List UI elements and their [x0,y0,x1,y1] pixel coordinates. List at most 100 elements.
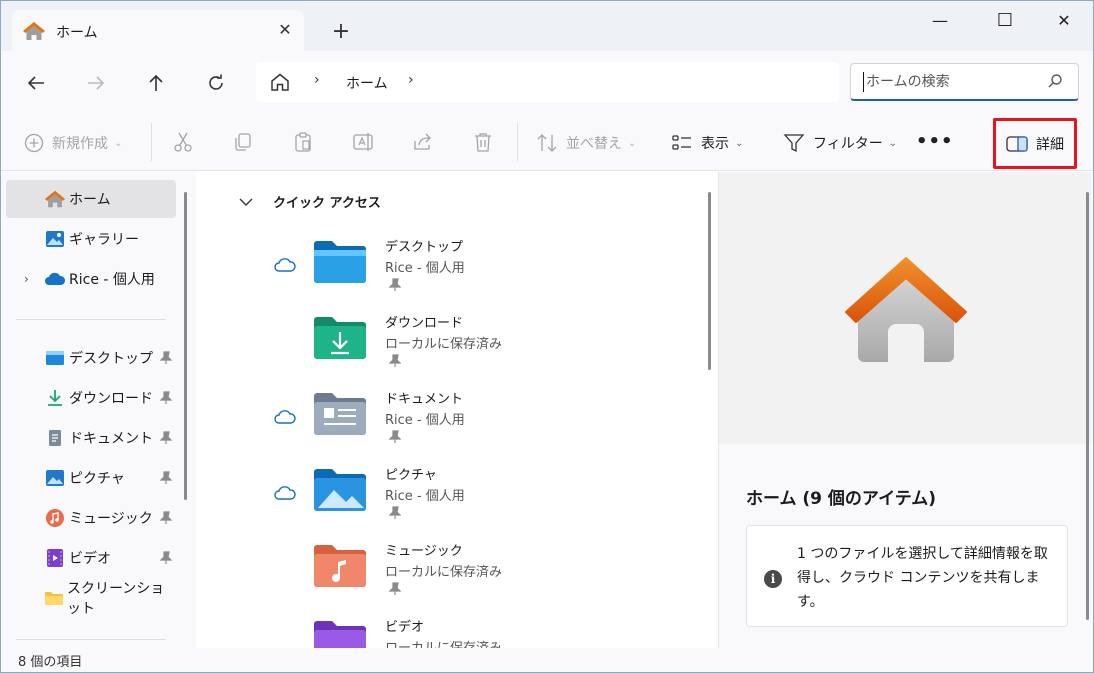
plus-circle-icon [24,133,44,153]
pin-icon[interactable] [160,391,172,405]
sort-button[interactable]: 並べ替え ⌄ [536,131,636,155]
rename-icon[interactable] [352,131,374,153]
sidebar-item-pictures[interactable]: ピクチャ [6,459,176,497]
navigation-pane: ホーム ギャラリー › Rice - 個人用 デスクトップ ダウンロード ドキュ… [1,172,196,648]
item-name: ダウンロード [385,316,464,331]
pin-icon[interactable] [160,351,172,365]
chevron-down-icon: ⌄ [114,137,123,149]
item-name: ドキュメント [385,392,464,407]
view-list-icon [672,135,691,150]
item-name: ピクチャ [385,468,437,483]
document-icon [44,428,66,448]
sidebar-scrollbar[interactable] [184,192,187,500]
filter-button[interactable]: フィルター ⌄ [783,131,897,155]
details-pane-button[interactable]: 詳細 [993,118,1077,169]
delete-icon[interactable] [472,131,494,153]
filter-label: フィルター [813,136,883,152]
sidebar-item-screenshots[interactable]: スクリーンショット [6,579,176,617]
arrow-up-icon [149,74,163,91]
address-bar-row: › ホーム › [1,51,1093,113]
paste-icon[interactable] [292,131,314,153]
tab-close-icon[interactable]: ✕ [274,19,296,41]
breadcrumb-home[interactable]: ホーム [346,73,388,93]
search-input[interactable] [866,70,1046,94]
pin-icon [389,506,401,519]
arrow-right-icon [88,76,105,90]
view-button[interactable]: 表示 ⌄ [671,131,743,155]
info-text: 1 つのファイルを選択して詳細情報を取得し、クラウド コンテンツを共有します。 [797,546,1048,610]
forward-button[interactable] [79,66,113,100]
quick-access-item-documents[interactable]: ドキュメント Rice - 個人用 [267,386,687,462]
quick-access-item-desktop[interactable]: デスクトップ Rice - 個人用 [267,234,687,310]
chevron-down-icon: ⌄ [628,137,637,149]
pin-icon[interactable] [160,511,172,525]
quick-access-item-pictures[interactable]: ピクチャ Rice - 個人用 [267,462,687,538]
tab-home[interactable]: ホーム ✕ [12,10,304,51]
details-label: 詳細 [1036,136,1064,153]
more-options-icon[interactable]: ••• [916,131,954,152]
refresh-button[interactable] [199,66,233,100]
sidebar-item-label: ドキュメント [69,431,153,447]
breadcrumb-separator[interactable]: › [314,72,320,88]
divider [151,123,152,161]
pin-icon [389,430,401,443]
quick-access-header[interactable]: クイック アクセス [239,192,381,211]
sidebar-item-label: ダウンロード [69,391,153,407]
cloud-icon [274,486,296,500]
quick-access-item-music[interactable]: ミュージック ローカルに保存済み [267,538,687,614]
close-window-button[interactable]: ✕ [1041,5,1087,37]
new-tab-button[interactable]: + [327,19,355,47]
view-label: 表示 [701,136,729,152]
group-title: クイック アクセス [273,196,381,211]
sidebar-item-desktop[interactable]: デスクトップ [6,339,176,377]
back-button[interactable] [19,66,53,100]
file-list-scrollbar[interactable] [708,192,711,370]
cloud-icon [274,258,296,272]
sort-label: 並べ替え [566,136,622,152]
pin-icon [389,278,401,291]
sidebar-item-label: ピクチャ [69,471,125,487]
download-icon [44,388,66,408]
sidebar-item-downloads[interactable]: ダウンロード [6,379,176,417]
pictures-folder-icon [314,469,366,511]
gallery-icon [44,229,66,249]
maximize-button[interactable]: ☐ [982,5,1028,37]
sidebar-item-documents[interactable]: ドキュメント [6,419,176,457]
file-explorer-window: ホーム ✕ + — ☐ ✕ › ホーム › ホームの検索 新規作成 ⌄ 並べ替え… [0,0,1094,673]
quick-access-item-downloads[interactable]: ダウンロード ローカルに保存済み [267,310,687,386]
address-field[interactable]: › ホーム › [256,62,839,102]
item-location: ローカルに保存済み [385,337,503,352]
divider [16,639,166,640]
breadcrumb-separator[interactable]: › [408,72,414,88]
new-button[interactable]: 新規作成 ⌄ [24,131,122,155]
quick-access-item-videos[interactable]: ビデオ ローカルに保存済み [267,614,687,648]
item-name: デスクトップ [385,240,464,255]
home-large-icon [845,257,967,362]
search-box[interactable] [850,63,1079,101]
pin-icon[interactable] [160,431,172,445]
cut-icon[interactable] [172,131,194,153]
chevron-down-icon [239,198,253,206]
pin-icon[interactable] [160,471,172,485]
copy-icon[interactable] [232,131,254,153]
download-folder-icon [314,317,366,359]
command-bar: 新規作成 ⌄ 並べ替え ⌄ 表示 ⌄ フィルター ⌄ ••• [1,113,1093,171]
share-icon[interactable] [412,131,434,153]
chevron-down-icon: ⌄ [735,137,744,149]
sidebar-item-onedrive[interactable]: › Rice - 個人用 [6,260,176,298]
sidebar-item-music[interactable]: ミュージック [6,499,176,537]
home-icon [44,189,66,209]
new-label: 新規作成 [52,136,108,152]
file-list-area: クイック アクセス デスクトップ Rice - 個人用 ダウンロード ローカルに… [197,172,717,648]
sidebar-item-home[interactable]: ホーム [6,180,176,218]
sidebar-item-gallery[interactable]: ギャラリー [6,220,176,258]
cloud-icon [274,410,296,424]
chevron-right-icon[interactable]: › [24,260,29,298]
item-name: ミュージック [385,544,463,559]
pin-icon[interactable] [160,551,172,565]
sidebar-item-videos[interactable]: ビデオ [6,539,176,577]
onedrive-cloud-icon [44,269,66,289]
details-scrollbar[interactable] [1086,192,1089,620]
minimize-button[interactable]: — [917,5,963,37]
up-button[interactable] [139,66,173,100]
